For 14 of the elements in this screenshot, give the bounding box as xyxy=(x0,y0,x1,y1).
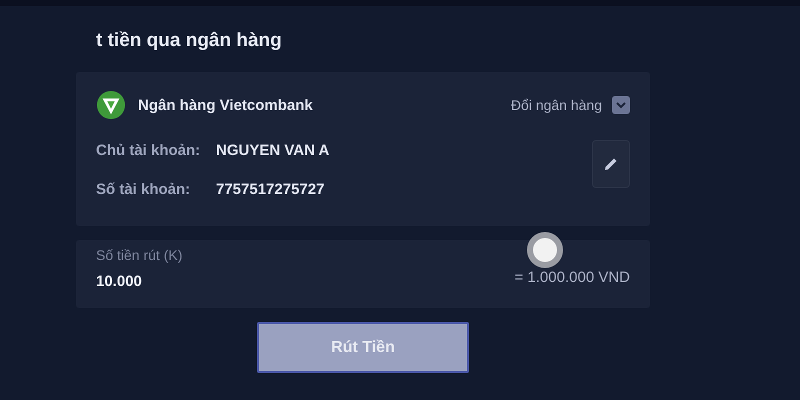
bank-name: Ngân hàng Vietcombank xyxy=(138,96,314,114)
chevron-down-icon xyxy=(612,96,630,114)
page-title: t tiền qua ngân hàng xyxy=(96,30,283,53)
touch-indicator-icon xyxy=(527,232,563,268)
field-value: 7757517275727 xyxy=(216,181,324,198)
field-value: NGUYEN VAN A xyxy=(216,142,330,159)
converted-amount: = 1.000.000 VND xyxy=(514,269,630,288)
amount-field[interactable]: Số tiền rút (K) 10.000 = 1.000.000 VND xyxy=(76,240,650,308)
bank-logo-icon xyxy=(96,90,126,120)
field-label: Chủ tài khoản: xyxy=(96,142,202,159)
pencil-icon xyxy=(604,157,618,171)
edit-button[interactable] xyxy=(592,140,630,188)
field-label: Số tài khoản: xyxy=(96,181,192,198)
change-bank-link[interactable]: Đổi ngân hàng xyxy=(510,96,630,114)
